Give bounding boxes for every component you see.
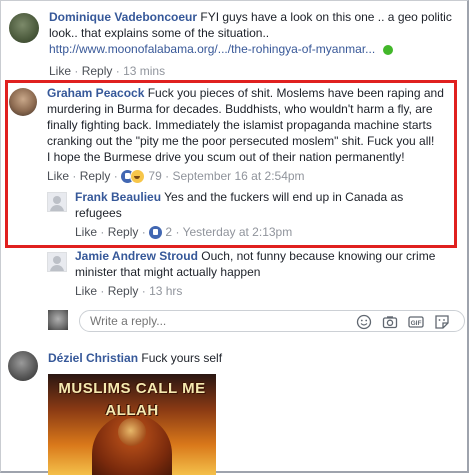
- reaction-count: 79: [148, 169, 162, 183]
- comment-text: I hope the Burmese drive you scum out of…: [47, 150, 405, 164]
- gif-icon[interactable]: GIF: [408, 314, 424, 330]
- comment-image[interactable]: MUSLIMS CALL ME ALLAH: [48, 374, 216, 475]
- reactions[interactable]: 2: [149, 225, 175, 240]
- like-button[interactable]: Like: [75, 284, 97, 298]
- svg-text:GIF: GIF: [411, 320, 422, 327]
- comment-text: cranking out the "pity me the poor perse…: [47, 134, 435, 148]
- emoji-icon[interactable]: [356, 314, 372, 330]
- image-caption-line1: MUSLIMS CALL ME: [58, 380, 206, 397]
- like-button[interactable]: Like: [47, 169, 69, 183]
- reply-button[interactable]: Reply: [108, 284, 139, 298]
- avatar[interactable]: [9, 88, 37, 116]
- avatar[interactable]: [47, 192, 67, 212]
- author-name[interactable]: Graham Peacock: [47, 86, 144, 100]
- timestamp[interactable]: 13 mins: [123, 64, 165, 78]
- timestamp[interactable]: September 16 at 2:54pm: [172, 169, 304, 183]
- reactions[interactable]: 79: [121, 169, 165, 185]
- composer-avatar: [48, 310, 68, 330]
- haha-reaction-icon: [130, 169, 146, 185]
- reply-button[interactable]: Reply: [108, 225, 139, 239]
- comment-text: Ouch, not funny because knowing our crim…: [197, 249, 436, 263]
- author-name[interactable]: Jamie Andrew Stroud: [75, 249, 198, 263]
- like-button[interactable]: Like: [75, 225, 97, 239]
- reply-composer[interactable]: GIF: [79, 310, 465, 332]
- author-name[interactable]: Déziel Christian: [48, 351, 138, 365]
- like-reaction-icon: [149, 226, 163, 240]
- camera-icon[interactable]: [382, 314, 398, 330]
- like-button[interactable]: Like: [49, 64, 71, 78]
- timestamp[interactable]: 13 hrs: [149, 284, 182, 298]
- reply-button[interactable]: Reply: [80, 169, 111, 183]
- comment-text: minister that might actually happen: [75, 265, 261, 279]
- comment-text: Fuck yours self: [138, 351, 223, 365]
- author-name[interactable]: Frank Beaulieu: [75, 190, 161, 204]
- comment-link[interactable]: http://www.moonofalabama.org/.../the-roh…: [49, 42, 375, 56]
- avatar[interactable]: [47, 252, 67, 272]
- comment-text: Yes and the fuckers will end up in Canad…: [161, 190, 404, 204]
- comment-text: look.. that explains some of the situati…: [49, 26, 270, 40]
- avatar[interactable]: [9, 13, 39, 43]
- author-name[interactable]: Dominique Vadeboncoeur: [49, 10, 197, 24]
- figure-head: [118, 418, 146, 446]
- avatar[interactable]: [8, 351, 38, 381]
- sticker-icon[interactable]: [434, 314, 450, 330]
- reply-button[interactable]: Reply: [82, 64, 113, 78]
- timestamp[interactable]: Yesterday at 2:13pm: [183, 225, 293, 239]
- comment-text: refugees: [75, 206, 122, 220]
- comment-text: Fuck you pieces of shit. Moslems have be…: [144, 86, 444, 100]
- link-preview-icon[interactable]: [382, 44, 393, 55]
- image-caption-line2: ALLAH: [105, 402, 159, 419]
- reaction-count: 2: [165, 225, 173, 239]
- comment-text: murdering in Burma for decades. Buddhist…: [47, 102, 433, 116]
- comment-text: finally fighting back. Immediately the i…: [47, 118, 432, 132]
- comment-text: FYI guys have a look on this one .. a ge…: [197, 10, 452, 24]
- reply-input[interactable]: [88, 313, 342, 329]
